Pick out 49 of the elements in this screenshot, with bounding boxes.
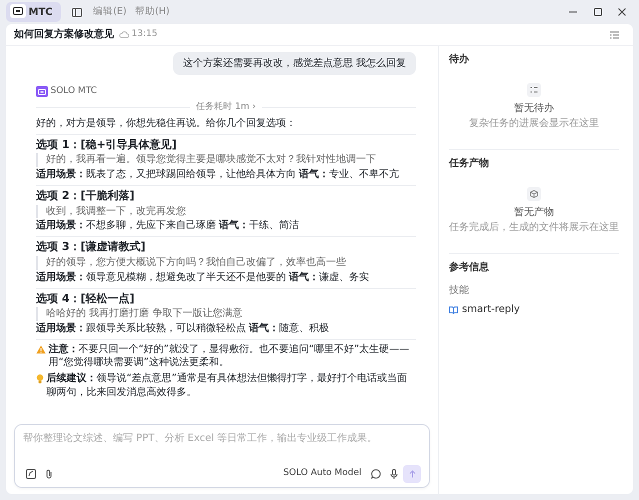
assistant-logo-icon [38,88,46,95]
option-title: 选项 2：[干脆利落] [36,188,136,204]
usage-text: 适用场景：既表了态，又把球踢回给领导，让他给具体方向 语气：专业、不卑不亢 [36,168,400,182]
lightbulb-icon [36,374,44,384]
usage-text: 适用场景：不想多聊，先应下来自己琢磨 语气：干练、简洁 [36,219,300,234]
section-title: 任务产物 [449,156,490,171]
reply-quote: 收到，我调整一下，改完再发您 [36,204,416,218]
intro-text: 好的，对方是领导，你想先稳住再说。给你几个回复选项： [36,117,297,131]
edit-icon[interactable] [26,469,36,479]
task-duration-link[interactable]: 任务耗时 1m › [190,101,262,114]
close-icon[interactable] [617,7,627,17]
empty-title: 暂无待办 [514,102,554,116]
option-title: 选项 3：[谦虚请教式] [36,240,147,256]
section-title: 待办 [449,52,470,67]
panel-list-icon[interactable] [610,30,619,38]
cloud-icon [119,31,129,38]
group-label: 技能 [449,284,470,298]
message-input[interactable]: 帮你整理论文综述、编写 PPT、分析 Excel 等日常工作，输出专业级工作成果。 [23,431,421,446]
warning-icon [36,344,46,354]
section-title: 参考信息 [449,260,490,275]
book-icon [449,306,458,314]
empty-title: 暂无产物 [514,206,554,220]
reply-quote: 好的领导，您方便大概说下方向吗？我怕自己改偏了，效率也高一些 [36,256,416,270]
user-message: 这个方案还需要再改改，感觉差点意思 我怎么回复 [172,52,416,75]
reply-quote: 哈哈好的 我再打磨打磨 争取下一版让您满意 [36,307,416,321]
note-text: 注意：不要只回一个“好的”就没了，显得敷衍。也不要追问“哪里不好”太生硬——用“您觉得哪块需要调”这种说法更柔和。 [48,342,410,370]
usage-text: 适用场景：领导意见模糊，想避免改了半天还不是他要的 语气：谦虚、务实 [36,270,370,285]
option-title: 选项 1：[稳+引导具体意见] [36,138,178,152]
conversation-time: 13:15 [132,28,158,41]
maximize-icon[interactable] [592,7,602,17]
list-icon [530,86,538,94]
microphone-icon[interactable] [390,469,398,479]
empty-text: 复杂任务的进展会显示在这里 [469,116,599,131]
assistant-name: SOLO MTC [50,85,97,98]
cube-icon [530,190,538,198]
app-logo-icon [13,7,23,15]
empty-text: 任务完成后，生成的文件将展示在这里 [449,220,619,235]
app-tab[interactable]: MTC [6,2,61,22]
paperclip-icon[interactable] [44,469,52,479]
note-text: 后续建议：领导说“差点意思”通常是有具体想法但懒得打字，最好打个电话或当面聊两句，比来回发消息高效得多。 [46,372,408,400]
usage-text: 适用场景：跟领导关系比较熟，可以稍微轻松点 语气：随意、积极 [36,322,330,336]
model-selector[interactable]: SOLO Auto Model [279,467,366,481]
sidebar-toggle-icon[interactable] [72,8,82,16]
conversation-title: 如何回复方案修改意见 [14,27,114,42]
reply-quote: 好的，我再看一遍。领导您觉得主要是哪块感觉不太对？我针对性地调一下 [36,153,416,167]
option-title: 选项 4：[轻松一点] [36,292,136,306]
arrow-up-icon [408,470,416,478]
skill-link[interactable]: smart-reply [449,302,520,317]
chat-bubble-icon[interactable] [371,469,381,479]
